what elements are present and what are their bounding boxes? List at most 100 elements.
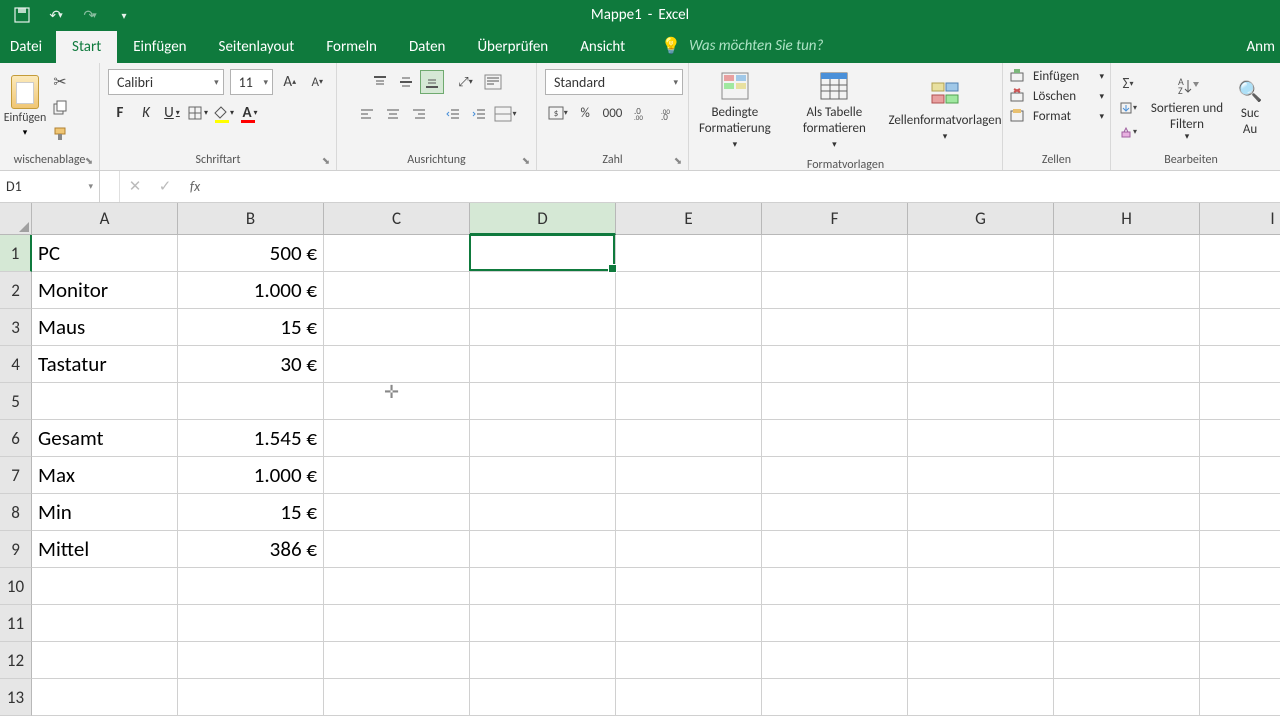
sort-filter-button[interactable]: AZ Sortieren und Filtern▾ <box>1147 73 1227 143</box>
cell[interactable] <box>1054 679 1200 716</box>
clear-icon[interactable]: ▾ <box>1117 122 1139 142</box>
cell[interactable] <box>762 494 908 531</box>
cell[interactable] <box>470 568 616 605</box>
cell[interactable] <box>1054 568 1200 605</box>
row-header[interactable]: 7 <box>0 457 32 494</box>
cell[interactable] <box>470 531 616 568</box>
cell[interactable] <box>1054 309 1200 346</box>
column-header[interactable]: F <box>762 203 908 235</box>
cell[interactable] <box>1054 272 1200 309</box>
cell[interactable] <box>616 642 762 679</box>
cell[interactable] <box>178 568 324 605</box>
cell[interactable] <box>616 494 762 531</box>
cell[interactable] <box>470 346 616 383</box>
decrease-indent-icon[interactable] <box>441 102 465 126</box>
cell[interactable] <box>762 420 908 457</box>
accounting-format-icon[interactable]: $▾ <box>545 101 570 125</box>
cell[interactable] <box>32 642 178 679</box>
cell[interactable] <box>1054 235 1200 272</box>
column-header[interactable]: H <box>1054 203 1200 235</box>
copy-icon[interactable] <box>50 98 70 118</box>
cell[interactable] <box>470 605 616 642</box>
cell[interactable]: Tastatur <box>32 346 178 383</box>
cells-area[interactable]: PC500 €Monitor1.000 €Maus15 €Tastatur30 … <box>32 235 1280 716</box>
cell[interactable] <box>178 383 324 420</box>
cell[interactable]: Mittel <box>32 531 178 568</box>
align-left-icon[interactable] <box>355 102 379 126</box>
cell[interactable] <box>1200 235 1280 272</box>
redo-icon[interactable]: ↷▾ <box>78 3 102 27</box>
cell[interactable] <box>1200 642 1280 679</box>
tab-formeln[interactable]: Formeln <box>310 31 393 63</box>
fill-icon[interactable]: ▾ <box>1117 98 1139 118</box>
cell[interactable]: Max <box>32 457 178 494</box>
dialog-launcher-icon[interactable]: ⬊ <box>672 154 684 166</box>
cell[interactable] <box>324 531 470 568</box>
cell[interactable]: 30 € <box>178 346 324 383</box>
cell[interactable] <box>908 272 1054 309</box>
row-header[interactable]: 13 <box>0 679 32 716</box>
column-header[interactable]: D <box>470 203 616 235</box>
cell[interactable] <box>762 457 908 494</box>
tab-datei[interactable]: Datei <box>0 31 56 63</box>
tab-ueberpruefen[interactable]: Überprüfen <box>461 31 564 63</box>
cell[interactable] <box>32 605 178 642</box>
underline-button[interactable]: U▾ <box>160 101 184 125</box>
cell[interactable]: Monitor <box>32 272 178 309</box>
cell[interactable] <box>762 642 908 679</box>
cell[interactable] <box>762 309 908 346</box>
row-header[interactable]: 2 <box>0 272 32 309</box>
cell[interactable] <box>1200 679 1280 716</box>
cell[interactable] <box>32 383 178 420</box>
align-top-icon[interactable] <box>368 70 392 94</box>
cell[interactable] <box>178 605 324 642</box>
cell[interactable] <box>324 346 470 383</box>
row-header[interactable]: 3 <box>0 309 32 346</box>
format-as-table-button[interactable]: Als Tabelle formatieren ▾ <box>801 69 868 152</box>
border-button[interactable]: ▾ <box>186 101 210 125</box>
cancel-formula-icon[interactable]: ✕ <box>120 171 150 202</box>
cell[interactable] <box>1200 457 1280 494</box>
cell[interactable] <box>470 235 616 272</box>
merge-cells-icon[interactable]: ▾ <box>493 101 519 127</box>
autosum-icon[interactable]: Σ ▾ <box>1117 74 1139 94</box>
cell[interactable] <box>616 420 762 457</box>
cut-icon[interactable]: ✂ <box>50 72 70 92</box>
cell[interactable] <box>762 531 908 568</box>
align-right-icon[interactable] <box>407 102 431 126</box>
dialog-launcher-icon[interactable]: ⬊ <box>320 154 332 166</box>
cell[interactable] <box>762 679 908 716</box>
cell[interactable] <box>1054 420 1200 457</box>
cell[interactable]: 15 € <box>178 494 324 531</box>
fill-color-button[interactable]: ▾ <box>212 101 236 125</box>
cell[interactable] <box>1200 420 1280 457</box>
cell[interactable] <box>1200 309 1280 346</box>
cell[interactable] <box>1054 346 1200 383</box>
cell[interactable] <box>1200 346 1280 383</box>
italic-button[interactable]: K <box>134 101 158 125</box>
tell-me-search[interactable]: 💡 Was möchten Sie tun? <box>641 29 839 63</box>
cell[interactable]: Maus <box>32 309 178 346</box>
cell[interactable] <box>1200 272 1280 309</box>
find-select-button[interactable]: 🔍 Suc Au <box>1235 78 1265 137</box>
cell[interactable]: Min <box>32 494 178 531</box>
cell[interactable] <box>470 642 616 679</box>
qat-customize-icon[interactable]: ▾ <box>112 3 136 27</box>
conditional-formatting-button[interactable]: Bedingte Formatierung ▾ <box>699 69 771 152</box>
cell[interactable] <box>616 383 762 420</box>
cell[interactable] <box>324 420 470 457</box>
cell[interactable]: 1.000 € <box>178 457 324 494</box>
cell[interactable] <box>1200 605 1280 642</box>
row-header[interactable]: 1 <box>0 235 32 272</box>
cell[interactable] <box>32 568 178 605</box>
cell[interactable]: 386 € <box>178 531 324 568</box>
cell[interactable] <box>1200 568 1280 605</box>
cell[interactable] <box>1054 642 1200 679</box>
tab-daten[interactable]: Daten <box>393 31 461 63</box>
tab-einfuegen[interactable]: Einfügen <box>117 31 202 63</box>
row-header[interactable]: 12 <box>0 642 32 679</box>
cell[interactable] <box>908 679 1054 716</box>
cell[interactable] <box>908 568 1054 605</box>
align-middle-icon[interactable] <box>394 70 418 94</box>
cell[interactable] <box>324 235 470 272</box>
